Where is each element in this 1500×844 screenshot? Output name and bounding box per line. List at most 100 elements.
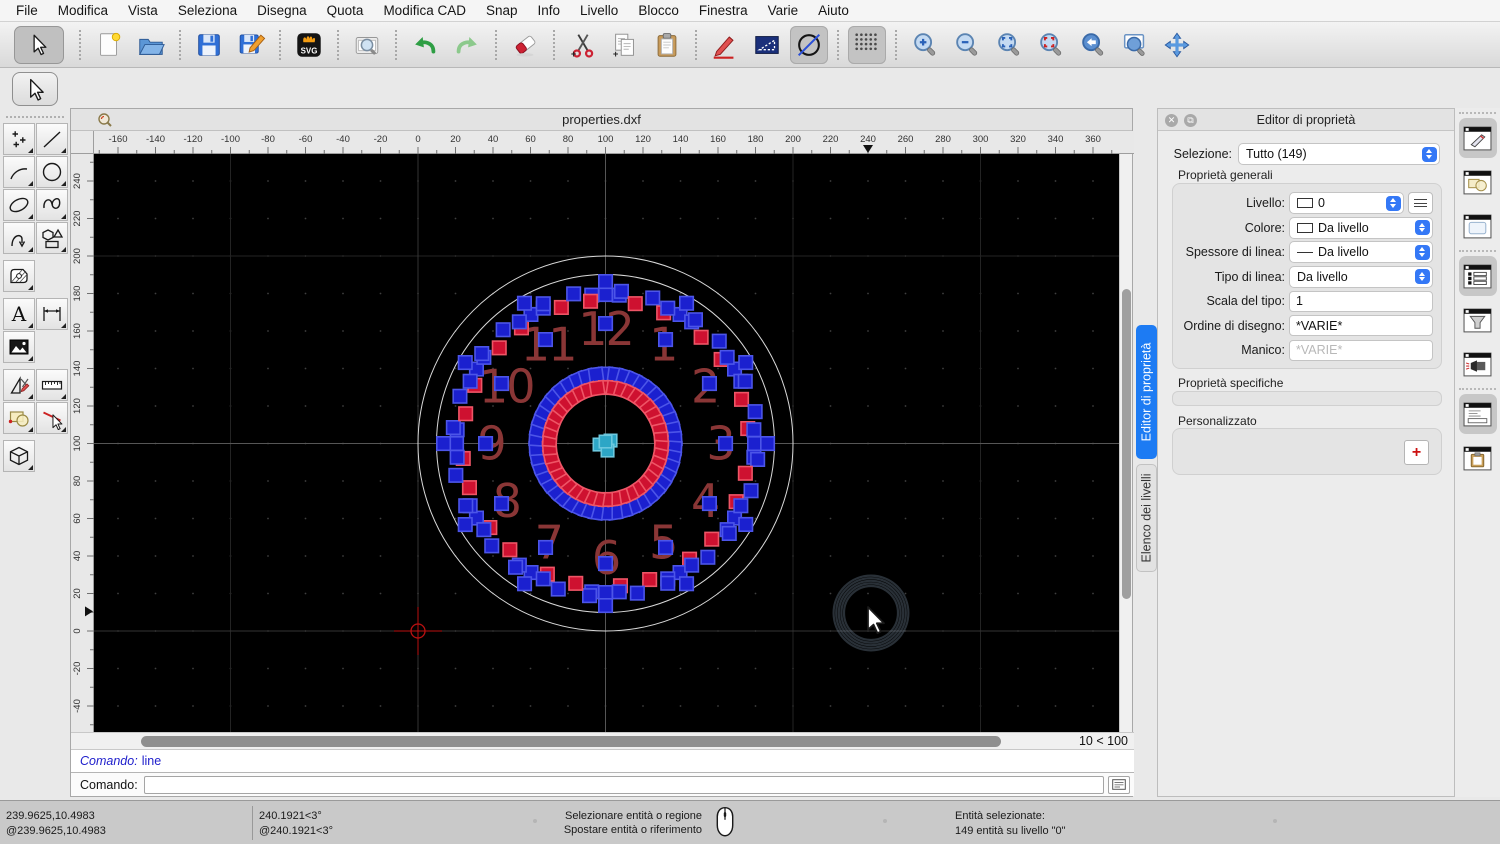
delete-button[interactable] xyxy=(506,26,544,64)
zoom-window-button[interactable] xyxy=(1116,26,1154,64)
menu-item-varie[interactable]: Varie xyxy=(758,0,809,21)
horizontal-scrollbar[interactable]: 10 < 100 xyxy=(71,732,1134,750)
zoom-in-button[interactable] xyxy=(906,26,944,64)
command-prompt-label: Comando: xyxy=(80,778,138,792)
redo-button[interactable] xyxy=(448,26,486,64)
circle-tangent-button[interactable] xyxy=(790,26,828,64)
svg-text:60: 60 xyxy=(525,134,536,145)
zoom-out-icon xyxy=(952,30,982,60)
dimension-tool-button[interactable] xyxy=(36,298,68,330)
tab-layer-list[interactable]: Elenco dei livelli xyxy=(1136,464,1157,572)
vertical-scrollbar[interactable] xyxy=(1119,154,1132,732)
statusbar-dot xyxy=(1273,819,1277,823)
dock-selection-filter-button[interactable] xyxy=(1459,300,1497,340)
zoom-out-button[interactable] xyxy=(948,26,986,64)
menu-item-blocco[interactable]: Blocco xyxy=(628,0,689,21)
selection-dropdown[interactable]: Tutto (149) xyxy=(1238,143,1440,165)
add-custom-property-button[interactable]: + xyxy=(1404,440,1429,465)
menu-item-aiuto[interactable]: Aiuto xyxy=(808,0,859,21)
paste-button[interactable] xyxy=(648,26,686,64)
polyline-area-button[interactable] xyxy=(748,26,786,64)
zoom-previous-button[interactable] xyxy=(1074,26,1112,64)
dock-lightweight-button[interactable] xyxy=(1459,344,1497,384)
menu-item-seleziona[interactable]: Seleziona xyxy=(168,0,247,21)
open-file-button[interactable] xyxy=(132,26,170,64)
circle-tool-button[interactable] xyxy=(36,156,68,188)
menu-item-disegna[interactable]: Disegna xyxy=(247,0,317,21)
svg-export-button[interactable]: SVG xyxy=(290,26,328,64)
cut-button[interactable]: + xyxy=(564,26,602,64)
panel-close-icon[interactable]: ✕ xyxy=(1165,114,1178,127)
property-row-linetype: Tipo di linea:Da livello xyxy=(1177,266,1433,288)
horizontal-scrollbar-thumb[interactable] xyxy=(141,736,1001,747)
grid-toggle-button[interactable] xyxy=(848,26,886,64)
spline-tool-button[interactable] xyxy=(36,189,68,221)
svg-text:40: 40 xyxy=(72,551,83,562)
handle-value: *VARIE* xyxy=(1296,343,1342,357)
panel-float-icon[interactable]: ⧉ xyxy=(1184,114,1197,127)
svg-text:180: 180 xyxy=(72,286,83,302)
drafting-tool-button[interactable] xyxy=(3,369,35,401)
menu-item-quota[interactable]: Quota xyxy=(317,0,374,21)
ellipse-tool-button[interactable] xyxy=(3,189,35,221)
group-general-label: Proprietà generali xyxy=(1178,168,1273,182)
level-dropdown[interactable]: 0 xyxy=(1289,192,1404,214)
polyline-tool-button[interactable] xyxy=(3,222,35,254)
command-options-button[interactable] xyxy=(1108,776,1130,794)
dock-clipboard-button[interactable] xyxy=(1459,438,1497,478)
dock-command-line-button[interactable] xyxy=(1459,394,1497,434)
selection-tool-button[interactable] xyxy=(14,26,64,64)
command-input[interactable] xyxy=(144,776,1104,794)
dock-blocks-button[interactable] xyxy=(1459,162,1497,202)
zoom-selection-button[interactable] xyxy=(1032,26,1070,64)
draw-line-button[interactable] xyxy=(706,26,744,64)
print-preview-button[interactable] xyxy=(348,26,386,64)
copy-button[interactable]: + xyxy=(606,26,644,64)
lineweight-dropdown[interactable]: Da livello xyxy=(1289,241,1433,263)
drawing-canvas[interactable]: 123456789101112 xyxy=(94,154,1121,732)
menu-item-modifica-cad[interactable]: Modifica CAD xyxy=(373,0,476,21)
handle-input[interactable]: *VARIE* xyxy=(1289,340,1433,361)
menu-item-info[interactable]: Info xyxy=(528,0,571,21)
svg-text:160: 160 xyxy=(710,134,726,145)
line-tool-button[interactable] xyxy=(36,123,68,155)
measure-tool-button[interactable] xyxy=(36,369,68,401)
hatch-tool-button[interactable] xyxy=(3,260,35,292)
tab-property-editor[interactable]: Editor di proprietà xyxy=(1136,325,1157,459)
undo-button[interactable] xyxy=(406,26,444,64)
solid-3d-tool-button[interactable] xyxy=(3,440,35,472)
vertical-scrollbar-thumb[interactable] xyxy=(1122,289,1131,599)
menu-item-finestra[interactable]: Finestra xyxy=(689,0,758,21)
draw-order-input[interactable]: *VARIE* xyxy=(1289,315,1433,336)
group-custom-label: Personalizzato xyxy=(1178,414,1257,428)
trim-tool-button[interactable] xyxy=(36,402,68,434)
linetype-dropdown[interactable]: Da livello xyxy=(1289,266,1433,288)
palette-row xyxy=(3,189,69,221)
save-button[interactable] xyxy=(190,26,228,64)
linetype-scale-input[interactable]: 1 xyxy=(1289,291,1433,312)
palette-selection-tool-button[interactable] xyxy=(12,72,58,106)
menu-item-livello[interactable]: Livello xyxy=(570,0,628,21)
panel-title: Editor di proprietà xyxy=(1257,113,1356,127)
point-tool-button[interactable] xyxy=(3,123,35,155)
text-tool-button[interactable]: A xyxy=(3,298,35,330)
menu-item-file[interactable]: File xyxy=(6,0,48,21)
image-tool-button[interactable] xyxy=(3,331,35,363)
shape-tool-button[interactable] xyxy=(36,222,68,254)
menu-item-modifica[interactable]: Modifica xyxy=(48,0,118,21)
arc-tool-button[interactable] xyxy=(3,156,35,188)
menu-item-vista[interactable]: Vista xyxy=(118,0,168,21)
modify-tool-button[interactable] xyxy=(3,402,35,434)
save-as-button[interactable] xyxy=(232,26,270,64)
dock-property-editor-button[interactable] xyxy=(1459,118,1497,158)
undo-icon xyxy=(410,30,440,60)
menu-item-snap[interactable]: Snap xyxy=(476,0,528,21)
color-dropdown[interactable]: Da livello xyxy=(1289,217,1433,239)
new-file-button[interactable] xyxy=(90,26,128,64)
level-menu-button[interactable] xyxy=(1408,192,1433,214)
dock-viewport-button[interactable] xyxy=(1459,206,1497,246)
zoom-auto-button[interactable] xyxy=(990,26,1028,64)
pan-button[interactable] xyxy=(1158,26,1196,64)
dock-layer-list-button[interactable] xyxy=(1459,256,1497,296)
property-row-color: Colore:Da livello xyxy=(1177,217,1433,239)
